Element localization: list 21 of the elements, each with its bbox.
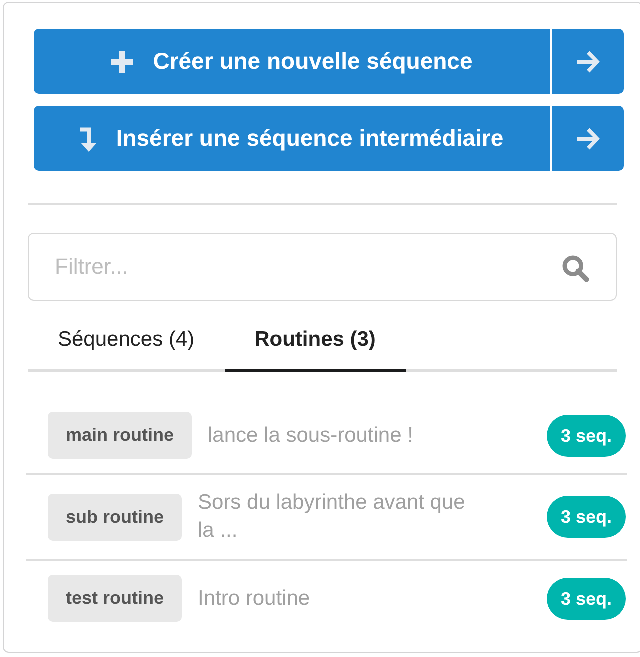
turn-down-arrow-icon bbox=[80, 126, 96, 152]
go-arrow-button[interactable] bbox=[552, 106, 624, 171]
right-arrow-icon bbox=[576, 50, 600, 72]
filter-field[interactable]: Filtrer... bbox=[28, 233, 617, 301]
tab[interactable]: Séquences (4) bbox=[28, 311, 225, 372]
plus-icon bbox=[111, 50, 134, 72]
search-icon bbox=[562, 255, 591, 282]
routine-name-tag[interactable]: sub routine bbox=[48, 494, 182, 540]
tab[interactable]: Routines (3) bbox=[224, 311, 406, 372]
routine-description: lance la sous-routine ! bbox=[208, 422, 414, 448]
routine-description: Sors du labyrinthe avant que la ... bbox=[198, 490, 466, 544]
routine-description: Intro routine bbox=[198, 586, 312, 612]
create-sequence-button[interactable]: Créer une nouvelle séquence bbox=[34, 29, 550, 94]
routine-name-tag[interactable]: test routine bbox=[48, 575, 182, 622]
sequence-count-badge: 3 seq. bbox=[546, 414, 626, 456]
right-arrow-icon bbox=[576, 128, 600, 150]
routine-name-tag[interactable]: main routine bbox=[48, 412, 192, 459]
go-arrow-button[interactable] bbox=[552, 29, 624, 94]
sequence-count-badge: 3 seq. bbox=[546, 496, 626, 538]
insert-sequence-button[interactable]: Insérer une séquence intermédiaire bbox=[34, 106, 550, 171]
sequence-count-badge: 3 seq. bbox=[546, 578, 626, 620]
